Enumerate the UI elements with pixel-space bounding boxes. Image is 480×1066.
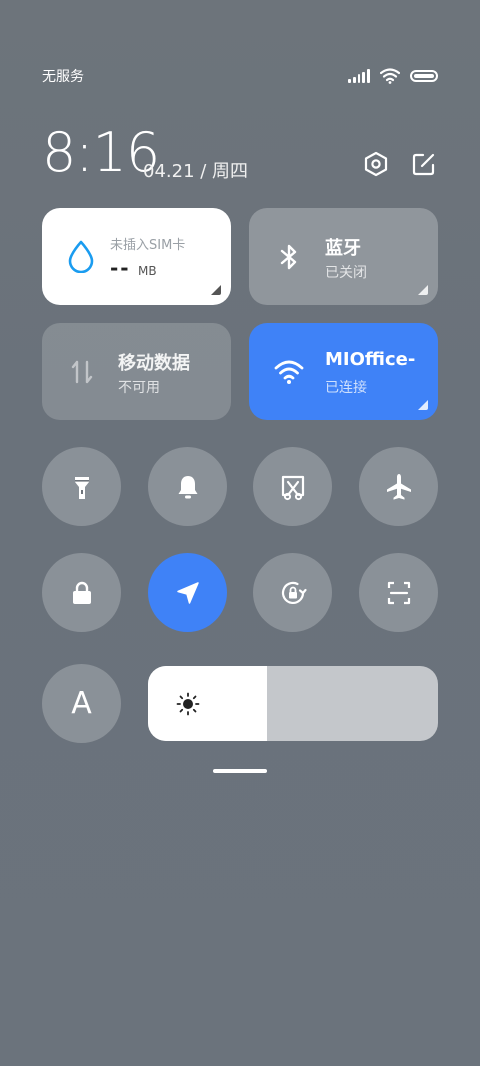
bluetooth-tile[interactable]: 蓝牙 已关闭 (249, 208, 438, 305)
location-icon (176, 581, 199, 604)
mobile-data-tile[interactable]: 移动数据 不可用 (42, 323, 231, 420)
clock-date: 04.21 / 周四 (143, 161, 249, 182)
flashlight-toggle[interactable] (42, 447, 121, 526)
bell-icon (178, 475, 197, 498)
lock-icon (72, 581, 91, 604)
wifi-tile[interactable]: MIOffice- 已连接 (249, 323, 438, 420)
rotation-lock-icon (281, 581, 307, 604)
wifi-network-name: MIOffice- (325, 349, 416, 370)
wifi-icon (380, 68, 400, 84)
airplane-mode-toggle[interactable] (359, 447, 438, 526)
sim-status-label: 未插入SIM卡 (110, 238, 186, 253)
status-bar: 无服务 (42, 66, 438, 86)
scanner-button[interactable] (359, 553, 438, 632)
data-usage-tile[interactable]: 未插入SIM卡 -- MB (42, 208, 231, 305)
wifi-icon (274, 360, 304, 384)
data-usage-unit: MB (138, 264, 157, 278)
carrier-label: 无服务 (42, 69, 84, 85)
bluetooth-label: 蓝牙 (325, 238, 361, 259)
data-usage-value: -- (110, 256, 131, 280)
screenshot-icon (281, 475, 304, 500)
brightness-icon (176, 692, 200, 716)
lock-screen-button[interactable] (42, 553, 121, 632)
rotation-lock-toggle[interactable] (253, 553, 332, 632)
flashlight-icon (74, 476, 89, 499)
water-drop-icon (68, 240, 94, 273)
panel-handle[interactable] (213, 769, 267, 773)
edit-icon[interactable] (410, 150, 438, 178)
location-toggle[interactable] (148, 553, 227, 632)
bluetooth-icon (280, 244, 297, 270)
battery-icon (410, 70, 438, 82)
mobile-data-label: 移动数据 (118, 353, 190, 374)
wifi-status: 已连接 (325, 380, 367, 396)
expand-corner-icon (418, 285, 428, 295)
settings-icon[interactable] (362, 150, 390, 178)
mobile-data-status: 不可用 (118, 380, 160, 396)
mute-toggle[interactable] (148, 447, 227, 526)
bluetooth-status: 已关闭 (325, 265, 367, 281)
clock-time: 8:16 (42, 121, 160, 184)
mobile-data-icon (71, 360, 93, 384)
status-icons (348, 68, 438, 84)
screenshot-toggle[interactable] (253, 447, 332, 526)
brightness-slider-fill (148, 666, 267, 741)
signal-icon (348, 69, 370, 83)
font-size-button[interactable]: A (42, 664, 121, 743)
airplane-icon (386, 473, 411, 500)
scan-icon (387, 581, 410, 604)
expand-corner-icon (211, 285, 221, 295)
brightness-slider[interactable] (148, 666, 438, 741)
expand-corner-icon (418, 400, 428, 410)
